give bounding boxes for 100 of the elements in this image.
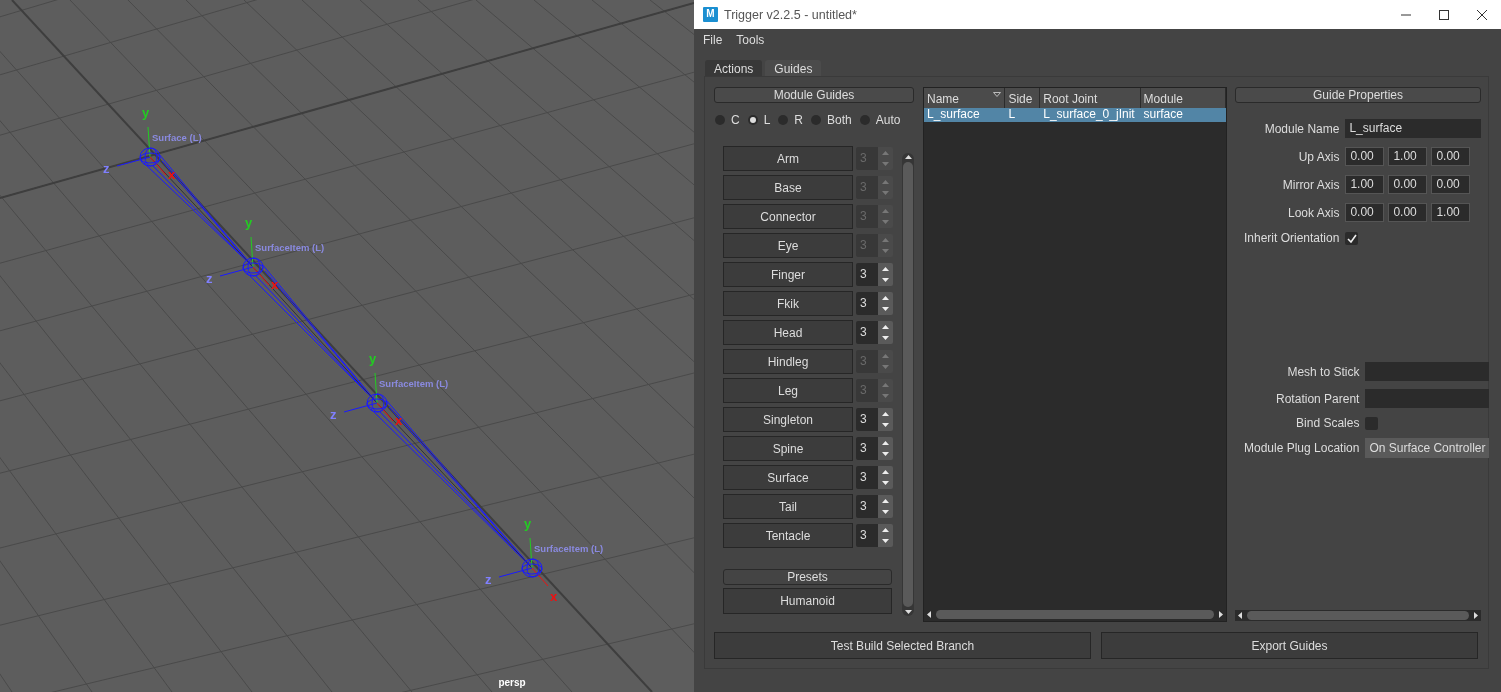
axis-label: y <box>245 215 253 230</box>
right-arrow-icon <box>1474 612 1478 619</box>
up-arrow-icon <box>882 382 889 387</box>
radio-button[interactable] <box>859 115 870 125</box>
maximize-icon[interactable] <box>1439 9 1449 20</box>
table-cell-text: surface <box>1142 108 1184 122</box>
joint-label: SurfaceItem (L) <box>534 543 604 554</box>
left-arrow-icon <box>927 610 931 618</box>
down-arrow-icon <box>882 452 889 457</box>
scrollbar-thumb[interactable] <box>1247 611 1469 620</box>
radio-button[interactable] <box>747 115 758 125</box>
axis-label: z <box>103 161 110 176</box>
check-icon <box>1346 233 1357 243</box>
axis-label: x <box>271 277 279 292</box>
up-arrow-icon <box>882 411 889 416</box>
field-label: Up Axis <box>1297 149 1340 164</box>
module-button[interactable]: Tentacle <box>723 523 853 548</box>
module-button[interactable]: Fkik <box>723 291 853 316</box>
horizontal-scrollbar[interactable] <box>924 607 1226 621</box>
section-header: Module Guides <box>714 87 914 103</box>
radio-button[interactable] <box>715 115 725 125</box>
module-button[interactable]: Surface <box>723 465 853 490</box>
camera-label: persp <box>498 677 526 688</box>
up-arrow-icon <box>882 440 889 445</box>
down-arrow-icon <box>882 278 889 283</box>
radio-label: Both <box>827 113 852 127</box>
tab[interactable]: Actions <box>705 60 763 76</box>
module-button[interactable]: Tail <box>723 494 853 519</box>
down-arrow-icon <box>882 191 889 196</box>
field-label: Look Axis <box>1287 205 1340 220</box>
module-button[interactable]: Spine <box>723 436 853 461</box>
joint-label: SurfaceItem (L) <box>379 378 449 389</box>
axis-label: x <box>395 413 403 428</box>
checkbox[interactable] <box>1365 416 1379 430</box>
field-label: Mirror Axis <box>1281 177 1340 192</box>
radio-label: Auto <box>875 113 901 127</box>
field-label: Mesh to Stick <box>1286 364 1360 379</box>
field-label: Rotation Parent <box>1275 391 1360 406</box>
text-field[interactable] <box>1365 362 1490 381</box>
radio-button[interactable] <box>811 115 822 125</box>
menu-item[interactable]: File <box>703 33 723 47</box>
joint-label: SurfaceItem (L) <box>255 242 325 253</box>
field-label: Module Name <box>1263 121 1340 136</box>
axis-label: z <box>485 572 492 587</box>
checkbox[interactable] <box>1345 231 1359 245</box>
down-arrow-icon <box>882 307 889 312</box>
scrollbar-thumb[interactable] <box>903 162 913 607</box>
text-field[interactable] <box>1365 389 1490 408</box>
radio-label: C <box>731 113 740 127</box>
app-logo: M <box>703 7 718 22</box>
down-arrow-icon <box>882 249 889 254</box>
field-label: Module Plug Location <box>1244 441 1360 455</box>
module-button[interactable]: Singleton <box>723 407 853 432</box>
radio-label: R <box>794 113 804 127</box>
table-cell-text: L <box>1007 108 1017 122</box>
up-arrow-icon <box>882 208 889 213</box>
scrollbar-thumb[interactable] <box>936 609 1214 619</box>
down-arrow-icon <box>882 394 889 399</box>
down-arrow-icon <box>882 220 889 225</box>
module-button[interactable]: Finger <box>723 262 853 287</box>
close-icon[interactable] <box>1477 9 1487 20</box>
number-field[interactable]: 1.00 <box>1345 175 1385 194</box>
action-button[interactable]: Export Guides <box>1101 632 1478 659</box>
axis-label: z <box>330 407 337 422</box>
number-field[interactable]: 0.00 <box>1388 175 1428 194</box>
field-label: Bind Scales <box>1295 416 1360 430</box>
preset-button[interactable]: Humanoid <box>723 588 892 614</box>
action-button[interactable]: Test Build Selected Branch <box>714 632 1091 659</box>
horizontal-scrollbar[interactable] <box>1235 610 1481 621</box>
down-arrow-icon <box>882 423 889 428</box>
down-arrow-icon <box>882 365 889 370</box>
text-field[interactable]: L_surface <box>1345 119 1481 138</box>
section-header: Guide Properties <box>1235 87 1481 103</box>
up-arrow-icon <box>904 155 912 159</box>
number-field[interactable]: 0.00 <box>1388 203 1428 222</box>
number-field[interactable]: 1.00 <box>1388 147 1428 166</box>
radio-label: L <box>763 113 771 127</box>
table-cell-text: L_surface <box>926 108 981 122</box>
axis-label: y <box>524 516 532 531</box>
module-button[interactable]: Head <box>723 320 853 345</box>
up-arrow-icon <box>882 150 889 155</box>
number-field[interactable]: 0.00 <box>1431 175 1471 194</box>
number-field[interactable]: 0.00 <box>1431 147 1471 166</box>
vertical-scrollbar[interactable] <box>902 153 914 616</box>
radio-button[interactable] <box>778 115 789 125</box>
tab[interactable]: Guides <box>765 60 822 76</box>
option-button[interactable]: On Surface Controller <box>1365 438 1490 458</box>
axis-label: x <box>550 589 558 604</box>
up-arrow-icon <box>882 498 889 503</box>
axis-label: x <box>168 167 176 182</box>
number-field[interactable]: 0.00 <box>1345 147 1385 166</box>
up-arrow-icon <box>882 295 889 300</box>
joint-label: Surface (L) <box>152 132 202 143</box>
sort-icon <box>993 92 1002 97</box>
up-arrow-icon <box>882 527 889 532</box>
menu-item[interactable]: Tools <box>736 33 765 47</box>
number-field[interactable]: 1.00 <box>1431 203 1471 222</box>
axis-label: z <box>206 271 213 286</box>
number-field[interactable]: 0.00 <box>1345 203 1385 222</box>
table-row[interactable]: L_surface L L_surface_0_jInit surface <box>924 108 1226 122</box>
